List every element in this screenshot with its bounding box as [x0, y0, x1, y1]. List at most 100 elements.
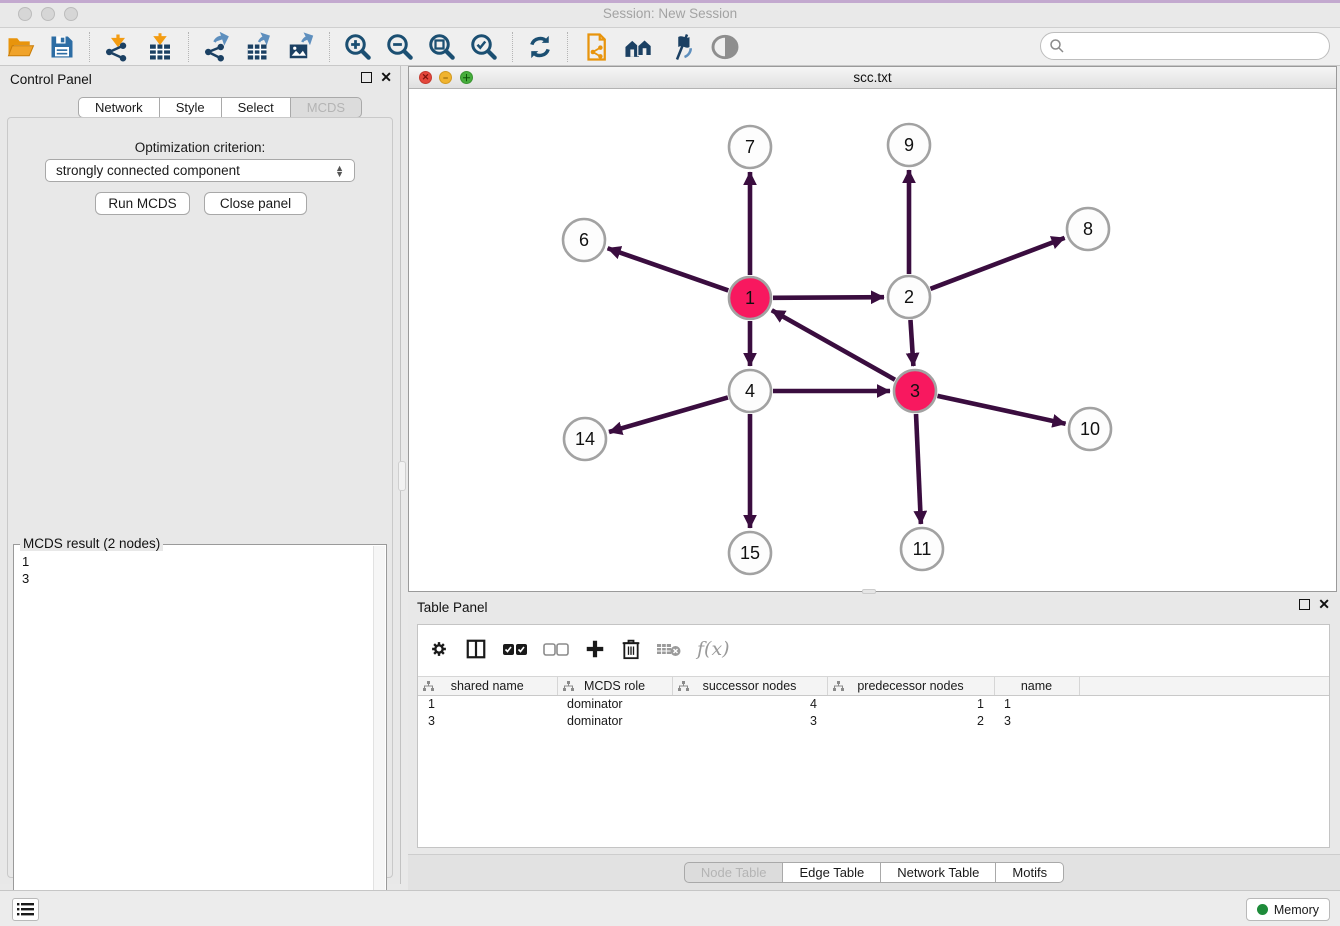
delete-column-icon[interactable]	[621, 638, 641, 660]
edge-3-1[interactable]	[772, 310, 895, 379]
tab-mcds[interactable]: MCDS	[291, 97, 362, 118]
edge-1-2[interactable]	[773, 297, 884, 298]
application-window: Session: New Session	[0, 0, 1340, 926]
node-2[interactable]: 2	[888, 276, 930, 318]
search-input[interactable]	[1065, 39, 1329, 54]
tab-network-table[interactable]: Network Table	[881, 862, 996, 883]
float-table-panel-icon[interactable]	[1299, 599, 1310, 610]
show-graphics-details-icon[interactable]	[703, 30, 747, 64]
node-4[interactable]: 4	[729, 370, 771, 412]
task-history-button[interactable]	[12, 898, 39, 921]
tab-network[interactable]: Network	[78, 97, 160, 118]
node-8[interactable]: 8	[1067, 208, 1109, 250]
run-mcds-button[interactable]: Run MCDS	[95, 192, 190, 215]
optimization-criterion-label: Optimization criterion:	[8, 140, 392, 155]
mcds-tab-content: Optimization criterion: strongly connect…	[7, 117, 393, 878]
new-network-from-selection-icon[interactable]	[575, 30, 617, 64]
deselect-all-icon[interactable]	[543, 641, 569, 657]
column-header-successor-nodes[interactable]: successor nodes	[672, 677, 827, 696]
edge-2-3[interactable]	[910, 320, 913, 366]
open-session-icon[interactable]	[0, 30, 42, 64]
refresh-layout-icon[interactable]	[520, 30, 560, 64]
export-table-icon[interactable]	[238, 30, 280, 64]
export-network-icon[interactable]	[196, 30, 238, 64]
cell-successor-nodes[interactable]: 3	[672, 713, 827, 730]
table-row[interactable]: 1dominator411	[418, 696, 1329, 713]
svg-text:15: 15	[740, 543, 760, 563]
table-panel: Table Panel ✕ f(x) shared nameMCDS roles…	[408, 595, 1340, 890]
function-builder-icon[interactable]: f(x)	[697, 638, 730, 660]
table-splitter-handle[interactable]	[862, 589, 876, 594]
cell-name[interactable]: 3	[994, 713, 1079, 730]
toolbar-separator	[567, 32, 568, 62]
tab-select[interactable]: Select	[222, 97, 291, 118]
search-icon	[1049, 38, 1065, 54]
edge-2-8[interactable]	[931, 238, 1065, 289]
select-all-icon[interactable]	[502, 641, 528, 657]
cell-predecessor-nodes[interactable]: 2	[827, 713, 994, 730]
zoom-fit-icon[interactable]	[421, 30, 463, 64]
column-header-name[interactable]: name	[994, 677, 1079, 696]
node-7[interactable]: 7	[729, 126, 771, 168]
toolbar-separator	[188, 32, 189, 62]
svg-text:1: 1	[745, 288, 755, 308]
delete-table-icon[interactable]	[656, 640, 682, 658]
column-layout-icon[interactable]	[465, 638, 487, 660]
edge-1-6[interactable]	[608, 248, 729, 290]
cell-name[interactable]: 1	[994, 696, 1079, 713]
node-10[interactable]: 10	[1069, 408, 1111, 450]
column-header-MCDS-role[interactable]: MCDS role	[557, 677, 672, 696]
cell-shared-name[interactable]: 3	[418, 713, 557, 730]
node-11[interactable]: 11	[901, 528, 943, 570]
node-9[interactable]: 9	[888, 124, 930, 166]
table-options-icon[interactable]	[428, 638, 450, 660]
edge-3-10[interactable]	[937, 396, 1065, 424]
tab-motifs[interactable]: Motifs	[996, 862, 1064, 883]
zoom-selected-icon[interactable]	[463, 30, 505, 64]
hide-selected-icon[interactable]	[661, 30, 703, 64]
network-canvas[interactable]: 7 9 6 8 1 2 4 3 14 10 15 11	[409, 89, 1336, 591]
control-panel-title: Control Panel	[10, 72, 92, 87]
save-session-icon[interactable]	[42, 30, 82, 64]
edge-3-11[interactable]	[916, 414, 921, 524]
memory-button[interactable]: Memory	[1246, 898, 1330, 921]
mcds-result-box: MCDS result (2 nodes) 1 3	[13, 544, 387, 925]
tab-node-table[interactable]: Node Table	[684, 862, 784, 883]
tab-edge-table[interactable]: Edge Table	[783, 862, 881, 883]
first-neighbors-icon[interactable]	[617, 30, 661, 64]
node-3[interactable]: 3	[894, 370, 936, 412]
network-window-titlebar[interactable]: ✕ − ＋ scc.txt	[409, 67, 1336, 89]
toolbar-separator	[89, 32, 90, 62]
node-6[interactable]: 6	[563, 219, 605, 261]
edge-4-14[interactable]	[609, 397, 728, 432]
column-header-predecessor-nodes[interactable]: predecessor nodes	[827, 677, 994, 696]
tab-style[interactable]: Style	[160, 97, 222, 118]
search-box[interactable]	[1040, 32, 1330, 60]
import-table-icon[interactable]	[139, 30, 181, 64]
mcds-result-list[interactable]: 1 3	[14, 549, 37, 591]
cell-successor-nodes[interactable]: 4	[672, 696, 827, 713]
zoom-out-icon[interactable]	[379, 30, 421, 64]
close-panel-button[interactable]: Close panel	[204, 192, 307, 215]
result-scrollbar[interactable]	[373, 546, 385, 919]
node-1[interactable]: 1	[729, 277, 771, 319]
import-network-icon[interactable]	[97, 30, 139, 64]
node-14[interactable]: 14	[564, 418, 606, 460]
zoom-in-icon[interactable]	[337, 30, 379, 64]
close-table-panel-icon[interactable]: ✕	[1318, 599, 1330, 610]
table-row[interactable]: 3dominator323	[418, 713, 1329, 730]
float-panel-icon[interactable]	[361, 72, 372, 83]
cell-predecessor-nodes[interactable]: 1	[827, 696, 994, 713]
column-header-shared-name[interactable]: shared name	[418, 677, 557, 696]
close-panel-icon[interactable]: ✕	[380, 72, 392, 83]
cell-MCDS-role[interactable]: dominator	[557, 713, 672, 730]
mcds-result-title: MCDS result (2 nodes)	[20, 536, 163, 551]
add-column-icon[interactable]	[584, 638, 606, 660]
node-15[interactable]: 15	[729, 532, 771, 574]
optimization-criterion-select[interactable]: strongly connected component ▲▼	[45, 159, 355, 182]
memory-label: Memory	[1274, 903, 1319, 917]
panel-splitter-handle[interactable]	[398, 461, 406, 491]
cell-MCDS-role[interactable]: dominator	[557, 696, 672, 713]
cell-shared-name[interactable]: 1	[418, 696, 557, 713]
export-image-icon[interactable]	[280, 30, 322, 64]
